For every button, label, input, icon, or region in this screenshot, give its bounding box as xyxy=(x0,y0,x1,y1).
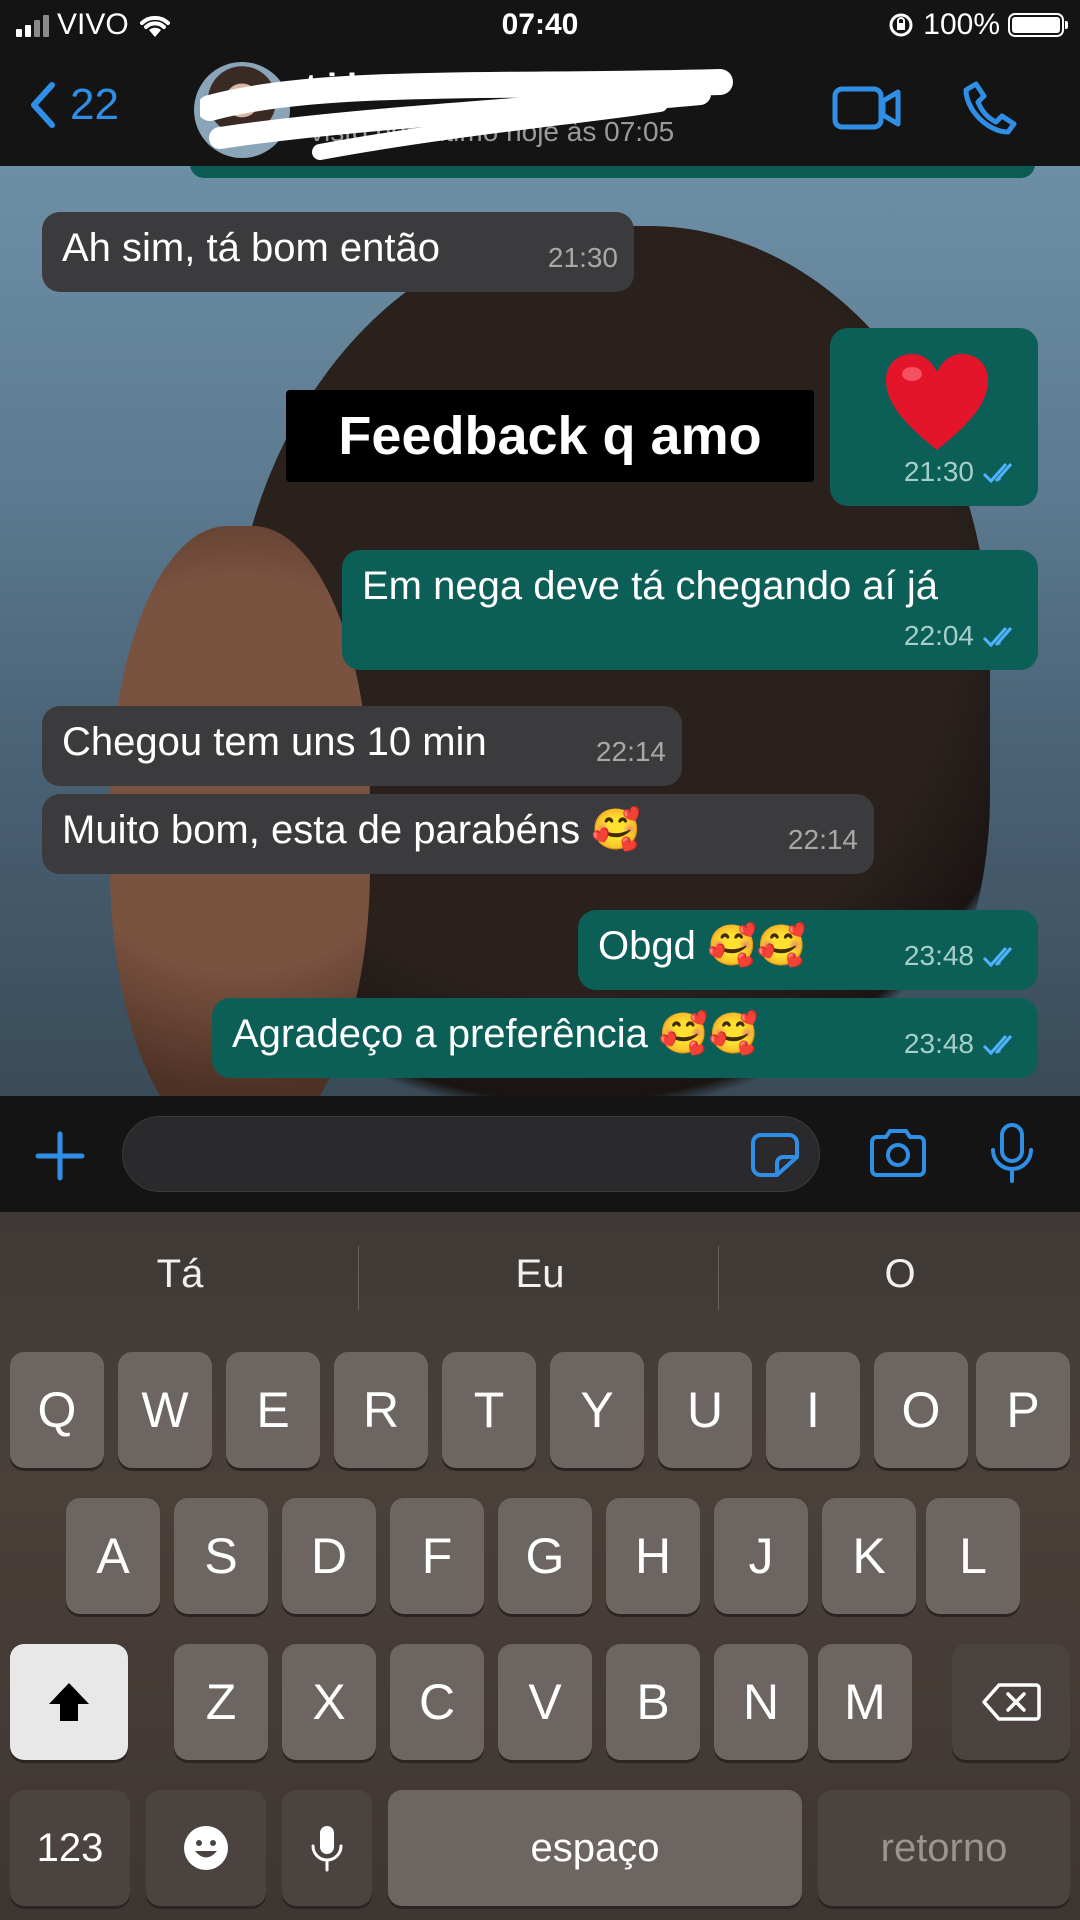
status-bar: VIVO 07:40 100% xyxy=(0,0,1080,54)
microphone-icon xyxy=(311,1826,343,1872)
plus-icon[interactable] xyxy=(34,1130,86,1182)
key-d[interactable]: D xyxy=(282,1498,376,1614)
message-time: 22:14 xyxy=(595,736,666,767)
message-input[interactable] xyxy=(122,1116,820,1192)
key-h[interactable]: H xyxy=(606,1498,700,1614)
phone-call-icon[interactable] xyxy=(962,80,1018,136)
chat-area[interactable]: Ah sim, tá bom então 21:30 21:30 Feedbac… xyxy=(0,166,1080,1096)
message-time: 23:48 xyxy=(903,1028,974,1059)
keyboard: Tá Eu O Q W E R T Y U I O P A S D F G H … xyxy=(0,1212,1080,1920)
key-l[interactable]: L xyxy=(926,1498,1020,1614)
battery-percent: 100% xyxy=(923,8,1000,41)
message-bubble-outgoing[interactable]: Agradeço a preferência 🥰🥰 23:48 xyxy=(212,998,1038,1078)
key-r[interactable]: R xyxy=(334,1352,428,1468)
key-z[interactable]: Z xyxy=(174,1644,268,1760)
read-ticks-icon xyxy=(982,1035,1013,1056)
space-key[interactable]: espaço xyxy=(388,1790,802,1906)
read-ticks-icon xyxy=(982,627,1013,648)
message-time: 22:14 xyxy=(787,824,858,855)
message-bubble-outgoing[interactable]: Obgd 🥰🥰 23:48 xyxy=(578,910,1038,990)
shift-arrow-icon xyxy=(49,1683,89,1721)
orientation-lock-icon xyxy=(889,13,913,37)
unread-count: 22 xyxy=(70,80,119,129)
chat-header: 22 t i i visto por último hoje às 07:05 xyxy=(0,54,1080,166)
backspace-key[interactable] xyxy=(952,1644,1070,1760)
video-call-icon[interactable] xyxy=(832,84,902,132)
back-button[interactable]: 22 xyxy=(28,80,119,130)
key-s[interactable]: S xyxy=(174,1498,268,1614)
key-m[interactable]: M xyxy=(818,1644,912,1760)
key-t[interactable]: T xyxy=(442,1352,536,1468)
message-bubble-incoming[interactable]: Chegou tem uns 10 min 22:14 xyxy=(42,706,682,786)
message-bubble-incoming[interactable]: Muito bom, esta de parabéns 🥰 22:14 xyxy=(42,794,874,874)
key-q[interactable]: Q xyxy=(10,1352,104,1468)
message-text: Em nega deve tá chegando aí já xyxy=(362,564,938,608)
return-key[interactable]: retorno xyxy=(818,1790,1070,1906)
message-time: 23:48 xyxy=(903,940,974,971)
key-v[interactable]: V xyxy=(498,1644,592,1760)
emoji-icon xyxy=(184,1826,228,1870)
message-text: Chegou tem uns 10 min xyxy=(62,720,487,764)
dictation-key[interactable] xyxy=(282,1790,372,1906)
key-o[interactable]: O xyxy=(874,1352,968,1468)
key-u[interactable]: U xyxy=(658,1352,752,1468)
status-right: 100% xyxy=(887,8,1068,42)
read-ticks-icon xyxy=(982,947,1013,968)
key-w[interactable]: W xyxy=(118,1352,212,1468)
key-y[interactable]: Y xyxy=(550,1352,644,1468)
message-text: Muito bom, esta de parabéns 🥰 xyxy=(62,808,642,852)
message-time: 21:30 xyxy=(547,242,618,273)
story-sticker-text: Feedback q amo xyxy=(286,390,814,482)
message-bubble-outgoing[interactable]: 21:30 xyxy=(830,328,1038,506)
message-bubble-incoming[interactable]: Ah sim, tá bom então 21:30 xyxy=(42,212,634,292)
microphone-icon[interactable] xyxy=(988,1122,1036,1184)
message-time: 21:30 xyxy=(903,456,974,487)
key-c[interactable]: C xyxy=(390,1644,484,1760)
suggestion-divider xyxy=(358,1246,359,1310)
battery-icon xyxy=(1008,13,1068,37)
suggestion-2[interactable]: Eu xyxy=(360,1252,720,1304)
suggestion-divider xyxy=(718,1246,719,1310)
key-x[interactable]: X xyxy=(282,1644,376,1760)
key-a[interactable]: A xyxy=(66,1498,160,1614)
key-f[interactable]: F xyxy=(390,1498,484,1614)
backspace-icon xyxy=(982,1683,1041,1721)
key-n[interactable]: N xyxy=(714,1644,808,1760)
key-e[interactable]: E xyxy=(226,1352,320,1468)
key-j[interactable]: J xyxy=(714,1498,808,1614)
message-text: Ah sim, tá bom então xyxy=(62,226,440,270)
shift-key[interactable] xyxy=(10,1644,128,1760)
key-b[interactable]: B xyxy=(606,1644,700,1760)
message-text: Agradeço a preferência 🥰🥰 xyxy=(232,1012,759,1056)
emoji-key[interactable] xyxy=(146,1790,266,1906)
chevron-left-icon xyxy=(31,82,55,128)
read-ticks-icon xyxy=(982,463,1013,484)
key-p[interactable]: P xyxy=(976,1352,1070,1468)
redaction-scribble xyxy=(200,69,733,160)
message-input-bar xyxy=(0,1096,1080,1212)
heart-emoji-icon xyxy=(886,354,988,450)
suggestion-3[interactable]: O xyxy=(720,1252,1080,1304)
message-bubble-outgoing[interactable]: Em nega deve tá chegando aí já 22:04 xyxy=(342,550,1038,670)
key-i[interactable]: I xyxy=(766,1352,860,1468)
message-time: 22:04 xyxy=(903,620,974,651)
message-text: Obgd 🥰🥰 xyxy=(598,924,807,968)
numbers-key[interactable]: 123 xyxy=(10,1790,130,1906)
previous-message-edge xyxy=(190,166,1035,178)
suggestion-1[interactable]: Tá xyxy=(0,1252,360,1304)
sticker-icon[interactable] xyxy=(751,1133,799,1177)
camera-icon[interactable] xyxy=(868,1128,928,1178)
key-k[interactable]: K xyxy=(822,1498,916,1614)
key-g[interactable]: G xyxy=(498,1498,592,1614)
